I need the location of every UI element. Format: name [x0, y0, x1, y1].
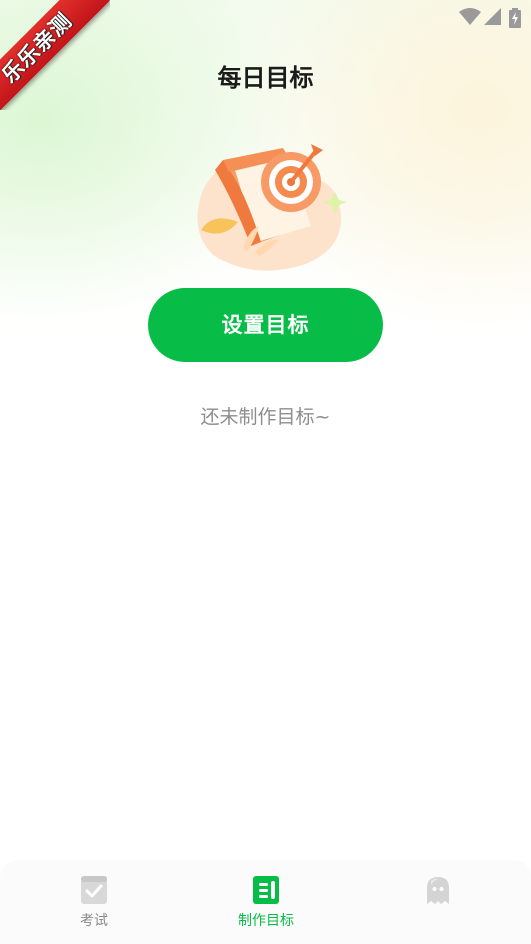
- set-goal-button[interactable]: 设置目标: [148, 288, 383, 362]
- goal-document-icon: [253, 876, 279, 904]
- status-bar: [331, 0, 531, 34]
- cellular-signal-icon: [484, 8, 501, 25]
- empty-state-message: 还未制作目标~: [200, 406, 331, 428]
- page-title: 每日目标: [217, 64, 314, 92]
- ribbon-label: 乐乐亲测: [0, 0, 110, 110]
- ghost-avatar-icon: [427, 877, 449, 904]
- corner-ribbon: 乐乐亲测: [0, 0, 110, 110]
- battery-charging-icon: [509, 8, 521, 28]
- book-target-illustration-icon: [197, 144, 347, 271]
- nav-tab-exam-label: 考试: [80, 913, 108, 929]
- exam-checklist-icon: [81, 876, 107, 904]
- nav-tab-make-goal-label: 制作目标: [238, 913, 294, 929]
- nav-tab-profile[interactable]: [378, 874, 498, 934]
- wifi-icon: [459, 8, 481, 25]
- nav-tab-exam[interactable]: 考试: [34, 874, 154, 934]
- bottom-navigation: 考试 制作目标: [0, 860, 531, 944]
- nav-tab-make-goal[interactable]: 制作目标: [206, 874, 326, 934]
